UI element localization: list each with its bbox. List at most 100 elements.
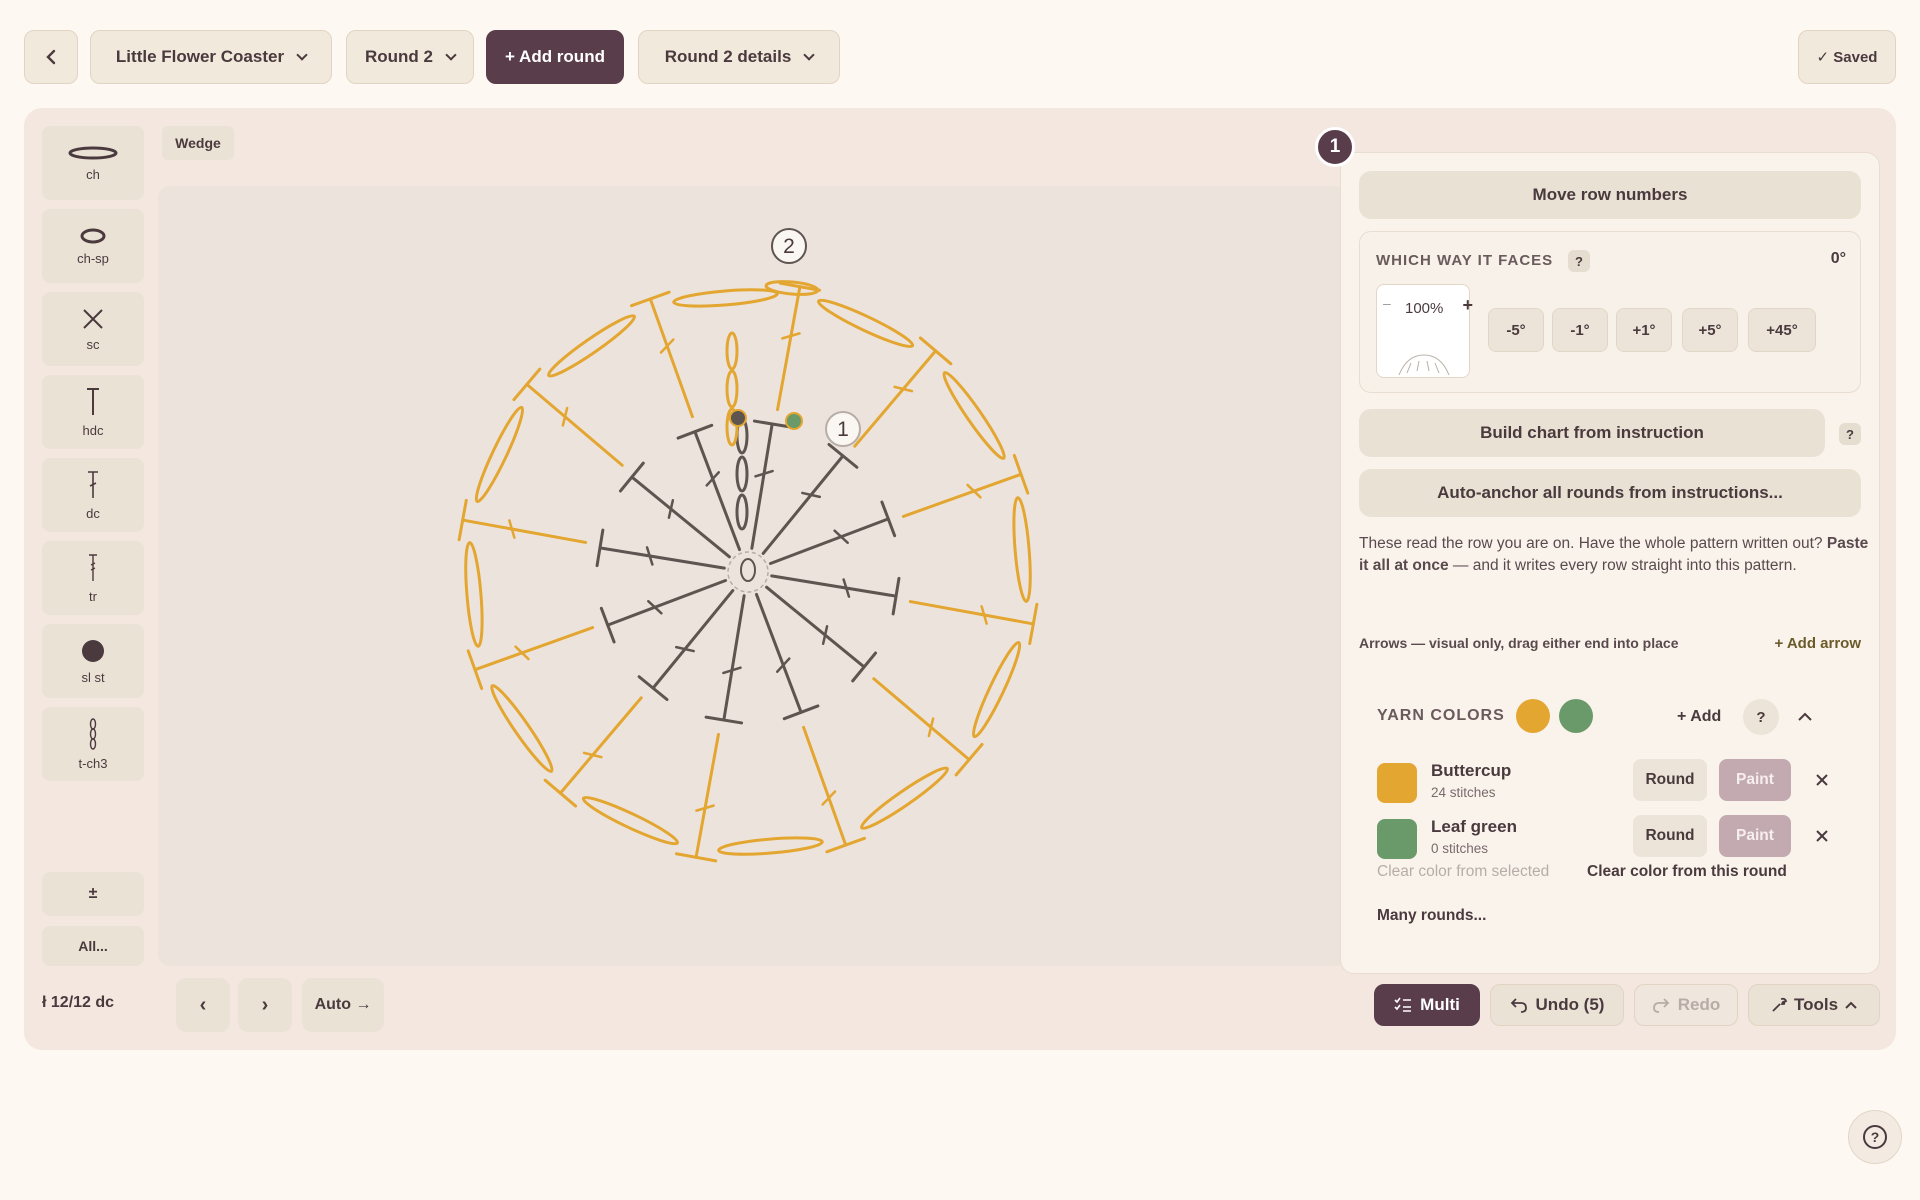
round1-dc-top[interactable] — [618, 461, 645, 493]
round2-turning-chain[interactable] — [725, 331, 739, 371]
yarn-help-button[interactable]: ? — [1743, 699, 1779, 735]
round-number-marker[interactable]: 2 — [771, 228, 807, 264]
round2-chain-space[interactable] — [717, 835, 824, 857]
round2-dc[interactable] — [694, 732, 720, 859]
rotate-button[interactable]: +45° — [1748, 308, 1816, 352]
round2-chain-space[interactable] — [939, 369, 1010, 462]
round1-turning-chain[interactable] — [735, 455, 749, 493]
round2-dc[interactable] — [558, 696, 643, 795]
round2-dc[interactable] — [872, 677, 971, 762]
round1-dc[interactable] — [765, 585, 866, 669]
next-stitch-button[interactable]: › — [238, 978, 292, 1032]
round1-dc[interactable] — [693, 430, 742, 552]
move-row-numbers-button[interactable]: Move row numbers — [1359, 171, 1861, 219]
round2-chain-space[interactable] — [487, 682, 558, 775]
round1-dc-tick[interactable] — [647, 599, 663, 615]
yarn-paint-button[interactable]: Paint — [1719, 759, 1791, 801]
yarn-color-swatch[interactable] — [1377, 763, 1417, 803]
tool-tr[interactable]: tr — [42, 541, 144, 615]
round1-dc-top[interactable] — [827, 442, 859, 469]
round-details-select[interactable]: Round 2 details — [638, 30, 840, 84]
round2-chain-space[interactable] — [1011, 496, 1033, 603]
slip-stitch-selected[interactable] — [785, 412, 803, 430]
yarn-swatch-leaf[interactable] — [1559, 699, 1593, 733]
slip-stitch[interactable] — [729, 409, 747, 427]
round2-chain-space[interactable] — [816, 295, 916, 352]
round2-dc-top[interactable] — [918, 336, 953, 366]
round1-turning-chain[interactable] — [735, 493, 749, 531]
redo-button[interactable]: Redo — [1634, 984, 1738, 1026]
round2-dc[interactable] — [525, 382, 624, 467]
yarn-round-button[interactable]: Round — [1633, 759, 1707, 801]
starting-chain[interactable] — [740, 558, 756, 582]
help-fab[interactable]: ? — [1848, 1110, 1902, 1164]
tool-ch[interactable]: ch — [42, 126, 144, 200]
undo-button[interactable]: Undo (5) — [1490, 984, 1624, 1026]
round2-chain-space[interactable] — [672, 287, 779, 309]
round1-dc-tick[interactable] — [705, 471, 721, 487]
tool-ch-sp[interactable]: ch-sp — [42, 209, 144, 283]
all-stitches-button[interactable]: All... — [42, 926, 144, 966]
rotate-button[interactable]: +1° — [1616, 308, 1672, 352]
round2-chain-space[interactable] — [968, 640, 1025, 740]
round1-dc-top[interactable] — [599, 606, 616, 644]
clear-round-button[interactable]: Clear color from this round — [1587, 863, 1787, 881]
round1-dc-tick[interactable] — [775, 657, 791, 673]
round1-dc[interactable] — [651, 589, 735, 690]
round2-dc[interactable] — [648, 297, 694, 419]
round1-dc-top[interactable] — [782, 704, 820, 721]
round2-dc[interactable] — [802, 725, 848, 847]
round1-dc-top[interactable] — [637, 675, 669, 702]
tool-sl-st[interactable]: sl st — [42, 624, 144, 698]
add-arrow-link[interactable]: + Add arrow — [1774, 635, 1861, 652]
tools-button[interactable]: Tools — [1748, 984, 1880, 1026]
round-select[interactable]: Round 2 — [346, 30, 474, 84]
round2-chain-space[interactable] — [463, 541, 485, 648]
tool-sc[interactable]: sc — [42, 292, 144, 366]
round2-chain-space[interactable] — [471, 404, 528, 504]
round1-dc[interactable] — [630, 475, 731, 559]
round2-dc-top[interactable] — [466, 649, 484, 691]
round2-dc-top[interactable] — [543, 778, 578, 808]
collapse-button[interactable] — [1787, 699, 1823, 735]
round2-dc[interactable] — [776, 285, 802, 412]
tool-hdc[interactable]: hdc — [42, 375, 144, 449]
plusminus-button[interactable]: ± — [42, 872, 144, 916]
multi-button[interactable]: Multi — [1374, 984, 1480, 1026]
round1-dc[interactable] — [722, 594, 746, 722]
round2-dc-top[interactable] — [629, 290, 671, 308]
clear-selected-button[interactable]: Clear color from selected — [1377, 863, 1549, 881]
round2-dc-top[interactable] — [1012, 453, 1030, 495]
round2-chain-space[interactable] — [858, 763, 951, 834]
rotate-button[interactable]: -1° — [1552, 308, 1608, 352]
round2-dc[interactable] — [461, 518, 588, 544]
round2-dc-top[interactable] — [825, 836, 867, 854]
rotate-button[interactable]: -5° — [1488, 308, 1544, 352]
rotate-button[interactable]: +5° — [1682, 308, 1738, 352]
round2-turning-chain[interactable] — [725, 369, 739, 409]
round1-dc[interactable] — [770, 574, 898, 598]
round2-dc-top[interactable] — [512, 367, 542, 402]
tool-t-ch3[interactable]: t-ch3 — [42, 707, 144, 781]
build-chart-button[interactable]: Build chart from instruction — [1359, 409, 1825, 457]
yarn-color-swatch[interactable] — [1377, 819, 1417, 859]
round2-dc-tick[interactable] — [514, 645, 530, 661]
tool-dc[interactable]: dc — [42, 458, 144, 532]
yarn-paint-button[interactable]: Paint — [1719, 815, 1791, 857]
build-help-button[interactable]: ? — [1839, 423, 1861, 445]
round1-dc-tick[interactable] — [833, 529, 849, 545]
round1-dc[interactable] — [750, 422, 774, 550]
round1-dc-top[interactable] — [676, 423, 714, 440]
chart-canvas[interactable]: 21 — [158, 186, 1348, 966]
round-number-marker[interactable]: 1 — [825, 411, 861, 447]
round1-dc[interactable] — [606, 578, 728, 627]
pattern-select[interactable]: Little Flower Coaster — [90, 30, 332, 84]
round2-dc-top[interactable] — [954, 742, 984, 777]
zoom-preview[interactable]: – 100% + — [1376, 284, 1473, 378]
round2-dc[interactable] — [901, 472, 1023, 518]
round1-dc-top[interactable] — [880, 500, 897, 538]
yarn-remove-button[interactable] — [1801, 815, 1843, 857]
yarn-remove-button[interactable] — [1801, 759, 1843, 801]
round1-dc[interactable] — [761, 454, 845, 555]
round1-dc[interactable] — [768, 517, 890, 566]
